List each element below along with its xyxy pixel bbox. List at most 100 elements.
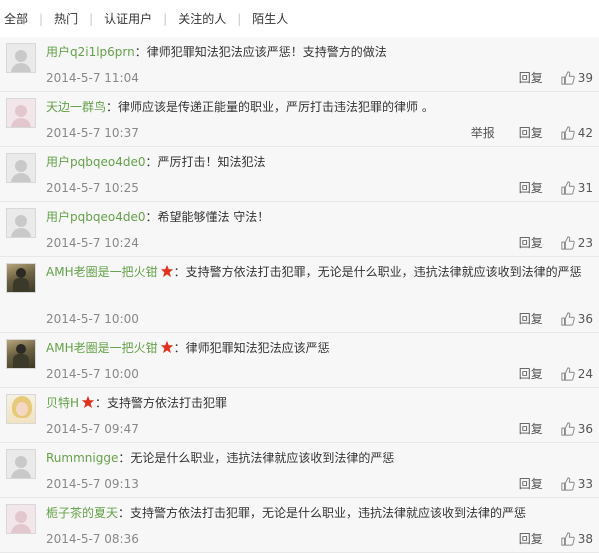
comment-username[interactable]: 用户q2i1lp6prn <box>46 45 135 59</box>
comment-username[interactable]: 用户pqbqeo4de0 <box>46 155 145 169</box>
comment-username[interactable]: 贝特H <box>46 396 79 410</box>
like-button[interactable]: 23 <box>561 236 593 250</box>
reply-button[interactable]: 回复 <box>519 69 543 86</box>
avatar[interactable] <box>6 263 36 293</box>
comment-text: ：支持警方依法打击犯罪，无论是什么职业，违抗法律就应该收到法律的严惩 <box>173 265 582 279</box>
avatar[interactable] <box>6 339 36 369</box>
comment-username[interactable]: 用户pqbqeo4de0 <box>46 210 145 224</box>
comment-body: 天边一群鸟：律师应该是传递正能量的职业，严厉打击违法犯罪的律师 。 <box>46 97 586 117</box>
comment-item: 贝特H ：支持警方依法打击犯罪 2014-5-7 09:47 回复 36 <box>0 388 599 443</box>
comment-username[interactable]: AMH老圈是一把火钳 <box>46 265 158 279</box>
comment-username[interactable]: AMH老圈是一把火钳 <box>46 341 158 355</box>
like-count: 38 <box>577 531 593 546</box>
tab-separator: | <box>39 11 44 26</box>
comment-text: ：律师犯罪知法犯法应该严惩！支持警方的做法 <box>134 45 387 59</box>
comment-body: 用户pqbqeo4de0：希望能够懂法 守法！ <box>46 207 586 227</box>
comment-actions: 回复 39 <box>519 69 593 86</box>
reply-button[interactable]: 回复 <box>519 124 543 141</box>
comment-item: 用户pqbqeo4de0：希望能够懂法 守法！ 2014-5-7 10:24 回… <box>0 202 599 257</box>
thumbs-up-icon <box>561 476 575 491</box>
comment-timestamp: 2014-5-7 10:24 <box>46 236 139 250</box>
like-count: 39 <box>577 70 593 85</box>
comment-actions: 回复 24 <box>519 365 593 382</box>
reply-button[interactable]: 回复 <box>519 420 543 437</box>
like-button[interactable]: 24 <box>561 367 593 381</box>
verified-star-icon <box>160 264 173 278</box>
reply-button[interactable]: 回复 <box>519 475 543 492</box>
comment-timestamp: 2014-5-7 10:00 <box>46 312 139 326</box>
comment-actions: 回复 36 <box>519 310 593 327</box>
like-button[interactable]: 36 <box>561 312 593 326</box>
tab-following[interactable]: 关注的人 <box>178 10 226 27</box>
comment-username[interactable]: Rummnigge <box>46 451 118 465</box>
comment-body: 用户q2i1lp6prn：律师犯罪知法犯法应该严惩！支持警方的做法 <box>46 42 586 62</box>
thumbs-up-icon <box>561 180 575 195</box>
thumbs-up-icon <box>561 311 575 326</box>
comment-actions: 回复 36 <box>519 420 593 437</box>
like-button[interactable]: 31 <box>561 181 593 195</box>
comment-actions: 举报 回复 42 <box>471 124 593 141</box>
reply-button[interactable]: 回复 <box>519 365 543 382</box>
report-button[interactable]: 举报 <box>471 124 495 141</box>
like-button[interactable]: 39 <box>561 71 593 85</box>
like-button[interactable]: 33 <box>561 477 593 491</box>
comment-item: 栀子茶的夏天：支持警方依法打击犯罪，无论是什么职业，违抗法律就应该收到法律的严惩… <box>0 498 599 553</box>
tab-strangers[interactable]: 陌生人 <box>252 10 288 27</box>
tab-separator: | <box>163 11 168 26</box>
reply-button[interactable]: 回复 <box>519 530 543 547</box>
comment-actions: 回复 23 <box>519 234 593 251</box>
comment-timestamp: 2014-5-7 08:36 <box>46 532 139 546</box>
avatar[interactable] <box>6 153 36 183</box>
comment-actions: 回复 33 <box>519 475 593 492</box>
tab-verified-users[interactable]: 认证用户 <box>104 10 152 27</box>
comment-body: AMH老圈是一把火钳 ：律师犯罪知法犯法应该严惩 <box>46 338 586 358</box>
comment-timestamp: 2014-5-7 11:04 <box>46 71 139 85</box>
like-count: 31 <box>577 180 593 195</box>
comment-timestamp: 2014-5-7 10:00 <box>46 367 139 381</box>
like-count: 36 <box>577 421 593 436</box>
comment-actions: 回复 31 <box>519 179 593 196</box>
thumbs-up-icon <box>561 366 575 381</box>
avatar[interactable] <box>6 208 36 238</box>
like-count: 24 <box>577 366 593 381</box>
comment-timestamp: 2014-5-7 09:47 <box>46 422 139 436</box>
comment-body: 贝特H ：支持警方依法打击犯罪 <box>46 393 586 413</box>
comment-username[interactable]: 栀子茶的夏天 <box>46 506 118 520</box>
thumbs-up-icon <box>561 531 575 546</box>
comment-text: ：无论是什么职业，违抗法律就应该收到法律的严惩 <box>118 451 395 465</box>
comment-timestamp: 2014-5-7 10:37 <box>46 126 139 140</box>
comment-body: 栀子茶的夏天：支持警方依法打击犯罪，无论是什么职业，违抗法律就应该收到法律的严惩 <box>46 503 586 523</box>
reply-button[interactable]: 回复 <box>519 234 543 251</box>
comment-item: 用户pqbqeo4de0：严厉打击！知法犯法 2014-5-7 10:25 回复… <box>0 147 599 202</box>
verified-star-icon <box>81 395 95 409</box>
comment-item: 用户q2i1lp6prn：律师犯罪知法犯法应该严惩！支持警方的做法 2014-5… <box>0 37 599 92</box>
avatar[interactable] <box>6 449 36 479</box>
reply-button[interactable]: 回复 <box>519 179 543 196</box>
comment-text: ：希望能够懂法 守法！ <box>145 210 270 224</box>
avatar[interactable] <box>6 504 36 534</box>
comment-text: ：支持警方依法打击犯罪 <box>95 396 228 410</box>
tab-separator: | <box>89 11 94 26</box>
comment-text: ：严厉打击！知法犯法 <box>145 155 266 169</box>
avatar[interactable] <box>6 394 36 424</box>
comment-body: Rummnigge：无论是什么职业，违抗法律就应该收到法律的严惩 <box>46 448 586 468</box>
reply-button[interactable]: 回复 <box>519 310 543 327</box>
like-button[interactable]: 36 <box>561 422 593 436</box>
like-count: 33 <box>577 476 593 491</box>
tab-separator: | <box>237 11 242 26</box>
like-count: 23 <box>577 235 593 250</box>
comment-text: ：支持警方依法打击犯罪，无论是什么职业，违抗法律就应该收到法律的严惩 <box>118 506 527 520</box>
like-button[interactable]: 42 <box>561 126 593 140</box>
like-button[interactable]: 38 <box>561 532 593 546</box>
comment-timestamp: 2014-5-7 09:13 <box>46 477 139 491</box>
comment-username[interactable]: 天边一群鸟 <box>46 100 106 114</box>
tab-all[interactable]: 全部 <box>4 10 28 27</box>
tab-hot[interactable]: 热门 <box>54 10 78 27</box>
thumbs-up-icon <box>561 235 575 250</box>
avatar[interactable] <box>6 98 36 128</box>
avatar[interactable] <box>6 43 36 73</box>
like-count: 36 <box>577 311 593 326</box>
comment-item: Rummnigge：无论是什么职业，违抗法律就应该收到法律的严惩 2014-5-… <box>0 443 599 498</box>
like-count: 42 <box>577 125 593 140</box>
comment-item: AMH老圈是一把火钳 ：律师犯罪知法犯法应该严惩 2014-5-7 10:00 回… <box>0 333 599 388</box>
